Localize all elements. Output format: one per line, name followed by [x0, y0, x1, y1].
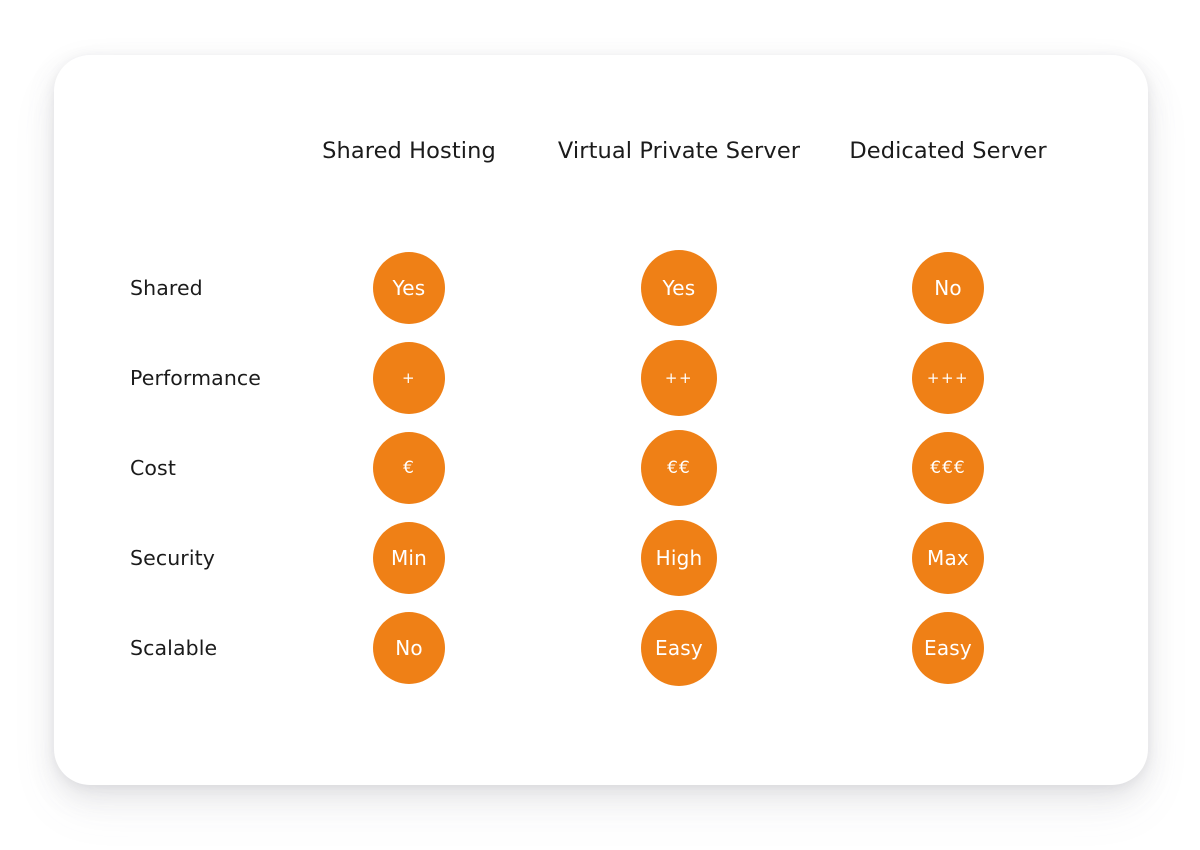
- cell-value: €€€: [930, 457, 966, 478]
- cell-value: No: [395, 636, 423, 660]
- cell-value: ++: [664, 368, 694, 387]
- cell-security-virtual-private-server: High: [641, 520, 717, 596]
- column-header-virtual-private-server: Virtual Private Server: [557, 138, 801, 164]
- cell-value: €€: [667, 457, 691, 478]
- cell-value: +: [401, 368, 417, 387]
- row-label-shared: Shared: [130, 276, 203, 300]
- cell-value: Yes: [392, 276, 426, 300]
- cell-value: Max: [927, 546, 969, 570]
- cell-scalable-dedicated-server: Easy: [912, 612, 984, 684]
- cell-value: Easy: [924, 636, 972, 660]
- row-label-scalable: Scalable: [130, 636, 218, 660]
- cell-value: Easy: [655, 636, 703, 660]
- column-header-shared-hosting: Shared Hosting: [322, 138, 496, 164]
- cell-shared-dedicated-server: No: [912, 252, 984, 324]
- cell-shared-virtual-private-server: Yes: [641, 250, 717, 326]
- row-label-security: Security: [130, 546, 215, 570]
- cell-cost-shared-hosting: €: [373, 432, 445, 504]
- cell-performance-shared-hosting: +: [373, 342, 445, 414]
- cell-shared-shared-hosting: Yes: [373, 252, 445, 324]
- cell-value: High: [655, 546, 703, 570]
- cell-security-dedicated-server: Max: [912, 522, 984, 594]
- cell-scalable-shared-hosting: No: [373, 612, 445, 684]
- cell-scalable-virtual-private-server: Easy: [641, 610, 717, 686]
- row-label-cost: Cost: [130, 456, 176, 480]
- cell-cost-virtual-private-server: €€: [641, 430, 717, 506]
- cell-value: No: [934, 276, 962, 300]
- comparison-table-stage: Shared Hosting Virtual Private Server Dedi…: [0, 0, 1200, 850]
- cell-value: Min: [390, 546, 428, 570]
- cell-value: Yes: [662, 276, 696, 300]
- cell-value: +++: [926, 368, 970, 387]
- cell-performance-virtual-private-server: ++: [641, 340, 717, 416]
- row-label-performance: Performance: [130, 366, 262, 390]
- cell-security-shared-hosting: Min: [373, 522, 445, 594]
- column-header-dedicated-server: Dedicated Server: [849, 138, 1047, 164]
- cell-performance-dedicated-server: +++: [912, 342, 984, 414]
- cell-value: €: [403, 457, 415, 478]
- cell-cost-dedicated-server: €€€: [912, 432, 984, 504]
